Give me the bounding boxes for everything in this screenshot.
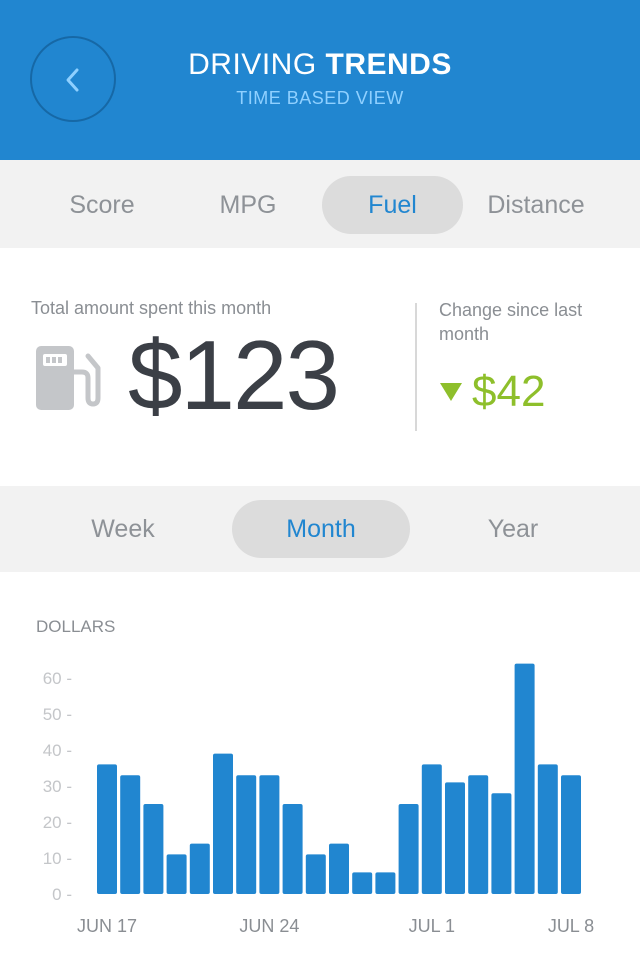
y-axis-label: DOLLARS [36, 617, 115, 636]
x-tick-label: JUN 17 [77, 916, 137, 936]
fuel-pump-icon [36, 346, 101, 410]
header: DRIVING TRENDS TIME BASED VIEW [0, 0, 640, 160]
chart-bar[interactable] [213, 753, 233, 894]
x-tick-label: JUL 8 [548, 916, 594, 936]
page-title: DRIVING TRENDS [0, 48, 640, 82]
fuel-summary: Total amount spent this month $123 Chang… [0, 248, 640, 486]
chart-bar[interactable] [445, 782, 465, 894]
chart-bar[interactable] [143, 804, 164, 894]
tab-year[interactable]: Year [430, 500, 596, 558]
page-title-bold: TRENDS [325, 48, 452, 81]
y-tick-label: 30 - [43, 777, 72, 796]
chart-bar[interactable] [236, 775, 257, 894]
tab-fuel[interactable]: Fuel [322, 176, 463, 234]
page-title-light: DRIVING [188, 48, 326, 81]
x-tick-label: JUL 1 [409, 916, 455, 936]
x-tick-label: JUN 24 [239, 916, 299, 936]
chart-bar[interactable] [537, 764, 558, 894]
y-tick-label: 20 - [43, 813, 72, 832]
spending-chart: DOLLARS 0 - 10 - 20 - 30 - 40 - 50 - 60 - JUN … [0, 572, 640, 960]
chart-bar[interactable] [189, 843, 210, 894]
change-label: Change since last month [439, 300, 583, 344]
page-subtitle: TIME BASED VIEW [236, 88, 404, 108]
chart-bar[interactable] [97, 764, 117, 894]
tab-score[interactable]: Score [32, 176, 172, 234]
tab-mpg[interactable]: MPG [178, 176, 318, 234]
y-tick-label: 50 - [43, 705, 72, 724]
chart-bar[interactable] [305, 854, 326, 894]
chart-bar[interactable] [398, 804, 419, 894]
summary-divider [415, 303, 417, 431]
y-tick-label: 60 - [43, 669, 72, 688]
chart-bar[interactable] [421, 764, 442, 894]
chart-bar[interactable] [120, 775, 141, 894]
triangle-down-icon [440, 383, 462, 401]
chart-bar[interactable] [329, 843, 349, 894]
chart-bar[interactable] [514, 663, 535, 894]
y-tick-label: 0 - [52, 885, 72, 904]
tab-week[interactable]: Week [40, 500, 206, 558]
chart-bar[interactable] [352, 872, 373, 894]
metric-tabs: Score MPG Fuel Distance [0, 160, 640, 248]
y-tick-label: 40 - [43, 741, 72, 760]
change-value: $42 [472, 367, 546, 416]
total-spent-label: Total amount spent this month [31, 298, 272, 318]
tab-distance[interactable]: Distance [466, 176, 606, 234]
period-tabs: Week Month Year [0, 486, 640, 572]
bar-chart: DOLLARS 0 - 10 - 20 - 30 - 40 - 50 - 60 - JUN … [36, 617, 594, 936]
total-spent-value: $123 [128, 320, 340, 430]
tab-month[interactable]: Month [232, 500, 410, 558]
y-tick-label: 10 - [43, 849, 72, 868]
chart-bar[interactable] [282, 804, 303, 894]
chart-bar[interactable] [166, 854, 187, 894]
chart-bar[interactable] [259, 775, 280, 894]
chart-bar[interactable] [468, 775, 489, 894]
chart-bar[interactable] [491, 793, 512, 894]
chart-bar[interactable] [375, 872, 396, 894]
chart-bar[interactable] [561, 775, 581, 894]
